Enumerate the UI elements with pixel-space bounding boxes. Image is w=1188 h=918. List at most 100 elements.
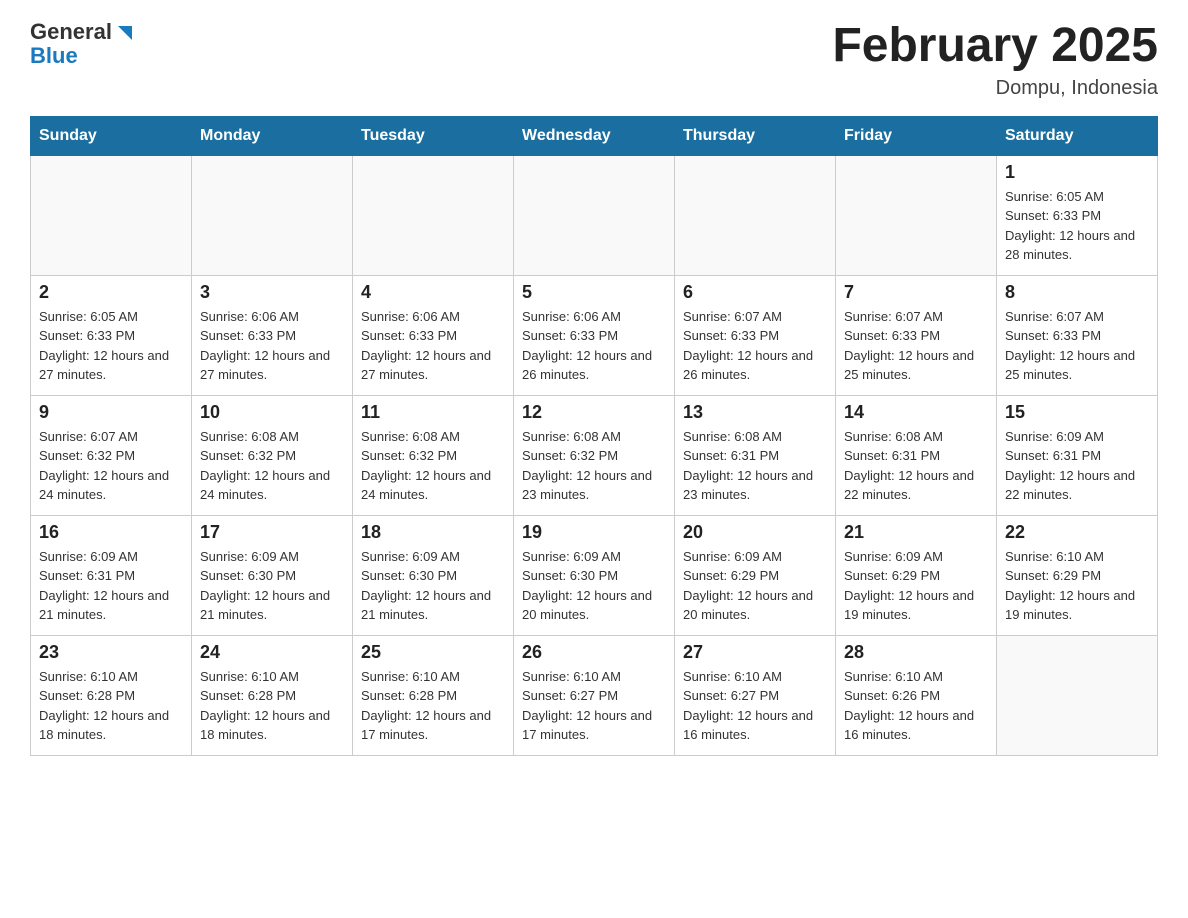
calendar-cell: 9Sunrise: 6:07 AMSunset: 6:32 PMDaylight… (31, 395, 192, 515)
day-info: Sunrise: 6:09 AMSunset: 6:31 PMDaylight:… (39, 547, 183, 625)
calendar-cell: 10 Sunrise: 6:08 AMSunset: 6:32 PMDayligh… (192, 395, 353, 515)
calendar-table: SundayMondayTuesdayWednesdayThursdayFrid… (30, 116, 1158, 756)
day-number: 17 (200, 522, 344, 543)
day-info: Sunrise: 6:07 AMSunset: 6:33 PMDaylight:… (683, 307, 827, 385)
day-info: Sunrise: 6:05 AMSunset: 6:33 PMDaylight:… (1005, 187, 1149, 265)
day-number: 28 (844, 642, 988, 663)
header-day-saturday: Saturday (997, 116, 1158, 155)
calendar-cell: 23Sunrise: 6:10 AMSunset: 6:28 PMDayligh… (31, 635, 192, 755)
calendar-cell: 15 Sunrise: 6:09 AMSunset: 6:31 PMDayligh… (997, 395, 1158, 515)
day-info: Sunrise: 6:07 AMSunset: 6:33 PMDaylight:… (1005, 307, 1149, 385)
day-number: 4 (361, 282, 505, 303)
day-info: Sunrise: 6:10 AMSunset: 6:28 PMDaylight:… (361, 667, 505, 745)
day-info: Sunrise: 6:09 AMSunset: 6:30 PMDaylight:… (361, 547, 505, 625)
calendar-cell (997, 635, 1158, 755)
day-number: 24 (200, 642, 344, 663)
day-number: 15 (1005, 402, 1149, 423)
calendar-cell: 24 Sunrise: 6:10 AMSunset: 6:28 PMDayligh… (192, 635, 353, 755)
header-day-monday: Monday (192, 116, 353, 155)
calendar-cell: 5 Sunrise: 6:06 AMSunset: 6:33 PMDaylight… (514, 275, 675, 395)
calendar-cell: 12 Sunrise: 6:08 AMSunset: 6:32 PMDayligh… (514, 395, 675, 515)
day-info: Sunrise: 6:08 AMSunset: 6:32 PMDaylight:… (522, 427, 666, 505)
calendar-cell: 28 Sunrise: 6:10 AMSunset: 6:26 PMDayligh… (836, 635, 997, 755)
day-number: 13 (683, 402, 827, 423)
day-info: Sunrise: 6:06 AMSunset: 6:33 PMDaylight:… (200, 307, 344, 385)
logo-blue-text: Blue (30, 43, 78, 68)
day-info: Sunrise: 6:10 AMSunset: 6:26 PMDaylight:… (844, 667, 988, 745)
day-number: 20 (683, 522, 827, 543)
calendar-week-1: 1 Sunrise: 6:05 AMSunset: 6:33 PMDaylight… (31, 155, 1158, 275)
logo: General Blue (30, 20, 136, 68)
calendar-cell: 17 Sunrise: 6:09 AMSunset: 6:30 PMDayligh… (192, 515, 353, 635)
calendar-cell: 7Sunrise: 6:07 AMSunset: 6:33 PMDaylight… (836, 275, 997, 395)
day-number: 11 (361, 402, 505, 423)
day-info: Sunrise: 6:06 AMSunset: 6:33 PMDaylight:… (361, 307, 505, 385)
calendar-cell: 26 Sunrise: 6:10 AMSunset: 6:27 PMDayligh… (514, 635, 675, 755)
calendar-cell (675, 155, 836, 275)
calendar-body: 1 Sunrise: 6:05 AMSunset: 6:33 PMDaylight… (31, 155, 1158, 755)
day-info: Sunrise: 6:05 AMSunset: 6:33 PMDaylight:… (39, 307, 183, 385)
day-info: Sunrise: 6:08 AMSunset: 6:32 PMDaylight:… (361, 427, 505, 505)
location-title: Dompu, Indonesia (832, 77, 1158, 100)
calendar-cell: 19 Sunrise: 6:09 AMSunset: 6:30 PMDayligh… (514, 515, 675, 635)
calendar-cell: 6Sunrise: 6:07 AMSunset: 6:33 PMDaylight… (675, 275, 836, 395)
calendar-cell: 2 Sunrise: 6:05 AMSunset: 6:33 PMDaylight… (31, 275, 192, 395)
day-info: Sunrise: 6:07 AMSunset: 6:32 PMDaylight:… (39, 427, 183, 505)
calendar-cell: 27Sunrise: 6:10 AMSunset: 6:27 PMDayligh… (675, 635, 836, 755)
calendar-cell: 22 Sunrise: 6:10 AMSunset: 6:29 PMDayligh… (997, 515, 1158, 635)
day-info: Sunrise: 6:09 AMSunset: 6:30 PMDaylight:… (200, 547, 344, 625)
header-row: SundayMondayTuesdayWednesdayThursdayFrid… (31, 116, 1158, 155)
day-number: 18 (361, 522, 505, 543)
calendar-cell: 16 Sunrise: 6:09 AMSunset: 6:31 PMDayligh… (31, 515, 192, 635)
day-info: Sunrise: 6:10 AMSunset: 6:28 PMDaylight:… (39, 667, 183, 745)
day-number: 3 (200, 282, 344, 303)
calendar-cell: 8 Sunrise: 6:07 AMSunset: 6:33 PMDaylight… (997, 275, 1158, 395)
calendar-cell: 11 Sunrise: 6:08 AMSunset: 6:32 PMDayligh… (353, 395, 514, 515)
day-info: Sunrise: 6:09 AMSunset: 6:29 PMDaylight:… (683, 547, 827, 625)
day-number: 2 (39, 282, 183, 303)
day-number: 1 (1005, 162, 1149, 183)
header-day-wednesday: Wednesday (514, 116, 675, 155)
calendar-week-5: 23Sunrise: 6:10 AMSunset: 6:28 PMDayligh… (31, 635, 1158, 755)
calendar-cell (514, 155, 675, 275)
day-number: 16 (39, 522, 183, 543)
day-info: Sunrise: 6:10 AMSunset: 6:27 PMDaylight:… (522, 667, 666, 745)
day-info: Sunrise: 6:10 AMSunset: 6:27 PMDaylight:… (683, 667, 827, 745)
calendar-cell: 1 Sunrise: 6:05 AMSunset: 6:33 PMDaylight… (997, 155, 1158, 275)
day-info: Sunrise: 6:07 AMSunset: 6:33 PMDaylight:… (844, 307, 988, 385)
day-number: 12 (522, 402, 666, 423)
day-info: Sunrise: 6:08 AMSunset: 6:31 PMDaylight:… (683, 427, 827, 505)
day-number: 5 (522, 282, 666, 303)
day-number: 22 (1005, 522, 1149, 543)
month-title: February 2025 (832, 20, 1158, 73)
logo-general-text: General (30, 20, 112, 44)
calendar-cell (192, 155, 353, 275)
day-info: Sunrise: 6:09 AMSunset: 6:30 PMDaylight:… (522, 547, 666, 625)
day-info: Sunrise: 6:10 AMSunset: 6:29 PMDaylight:… (1005, 547, 1149, 625)
header-day-thursday: Thursday (675, 116, 836, 155)
day-number: 8 (1005, 282, 1149, 303)
day-info: Sunrise: 6:06 AMSunset: 6:33 PMDaylight:… (522, 307, 666, 385)
day-number: 19 (522, 522, 666, 543)
day-info: Sunrise: 6:08 AMSunset: 6:32 PMDaylight:… (200, 427, 344, 505)
day-number: 14 (844, 402, 988, 423)
calendar-cell: 13 Sunrise: 6:08 AMSunset: 6:31 PMDayligh… (675, 395, 836, 515)
calendar-cell (836, 155, 997, 275)
day-number: 10 (200, 402, 344, 423)
header-day-friday: Friday (836, 116, 997, 155)
day-number: 26 (522, 642, 666, 663)
calendar-cell: 14 Sunrise: 6:08 AMSunset: 6:31 PMDayligh… (836, 395, 997, 515)
day-number: 25 (361, 642, 505, 663)
calendar-cell: 21Sunrise: 6:09 AMSunset: 6:29 PMDayligh… (836, 515, 997, 635)
calendar-cell (31, 155, 192, 275)
calendar-cell: 25 Sunrise: 6:10 AMSunset: 6:28 PMDayligh… (353, 635, 514, 755)
day-info: Sunrise: 6:09 AMSunset: 6:31 PMDaylight:… (1005, 427, 1149, 505)
day-info: Sunrise: 6:10 AMSunset: 6:28 PMDaylight:… (200, 667, 344, 745)
calendar-header: SundayMondayTuesdayWednesdayThursdayFrid… (31, 116, 1158, 155)
page-header: General Blue February 2025 Dompu, Indone… (30, 20, 1158, 100)
day-info: Sunrise: 6:09 AMSunset: 6:29 PMDaylight:… (844, 547, 988, 625)
logo-arrow-icon (114, 22, 136, 44)
calendar-week-3: 9Sunrise: 6:07 AMSunset: 6:32 PMDaylight… (31, 395, 1158, 515)
day-info: Sunrise: 6:08 AMSunset: 6:31 PMDaylight:… (844, 427, 988, 505)
calendar-week-4: 16 Sunrise: 6:09 AMSunset: 6:31 PMDayligh… (31, 515, 1158, 635)
